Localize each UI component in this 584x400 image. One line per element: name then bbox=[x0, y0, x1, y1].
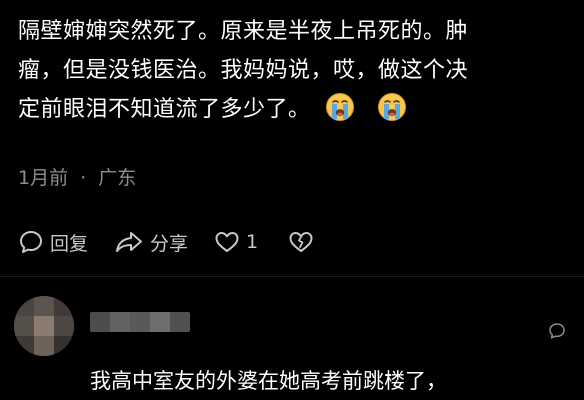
comment-bubble-icon bbox=[20, 231, 42, 253]
comment-line-2: 瘤，但是没钱医治。我妈妈说，哎，做这个决 bbox=[18, 58, 469, 83]
loudly-crying-face-icon bbox=[377, 93, 406, 121]
chat-bubble-icon[interactable] bbox=[548, 322, 566, 340]
comment-line-3-row: 定前眼泪不知道流了多少了。 bbox=[18, 90, 578, 129]
share-label: 分享 bbox=[150, 232, 189, 255]
username-blurred[interactable] bbox=[90, 312, 190, 332]
avatar[interactable] bbox=[14, 296, 74, 356]
reply-label: 回复 bbox=[50, 232, 89, 255]
divider bbox=[0, 276, 584, 277]
loudly-crying-face-icon bbox=[325, 93, 354, 121]
meta-separator: · bbox=[80, 167, 87, 189]
reply-text: 我高中室友的外婆在她高考前跳楼了， bbox=[90, 369, 447, 393]
comment-location: 广东 bbox=[98, 167, 137, 189]
comment-time: 1月前 bbox=[18, 167, 69, 189]
comment-text: 隔壁婶婶突然死了。原来是半夜上吊死的。肿 瘤，但是没钱医治。我妈妈说，哎，做这个… bbox=[18, 12, 578, 129]
share-arrow-icon bbox=[116, 232, 143, 252]
comment-line-3: 定前眼泪不知道流了多少了。 bbox=[18, 97, 311, 122]
broken-heart-icon bbox=[289, 232, 313, 252]
like-button[interactable]: 1 bbox=[214, 230, 258, 254]
comment-meta: 1月前 · 广东 bbox=[18, 163, 136, 190]
reply-button[interactable]: 回复 bbox=[18, 229, 88, 256]
dislike-button[interactable] bbox=[288, 230, 314, 254]
like-count: 1 bbox=[246, 231, 259, 253]
comment-actions: 回复 分享 1 bbox=[18, 226, 314, 258]
share-button[interactable]: 分享 bbox=[114, 229, 188, 256]
heart-icon bbox=[215, 232, 239, 252]
comment-line-1: 隔壁婶婶突然死了。原来是半夜上吊死的。肿 bbox=[18, 19, 469, 44]
